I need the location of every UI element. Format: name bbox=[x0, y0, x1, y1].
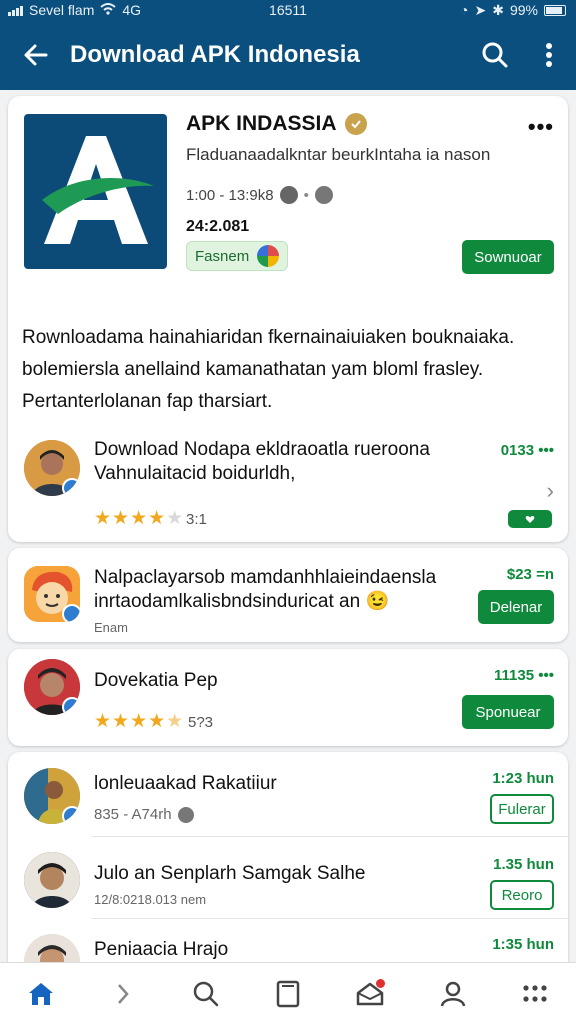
search-icon bbox=[482, 42, 508, 68]
alarm-icon: ◔ bbox=[460, 2, 469, 18]
app-name: APK INDASSIA bbox=[186, 112, 367, 136]
notification-dot bbox=[376, 978, 386, 988]
carrier-label: Sevel flam bbox=[29, 2, 95, 18]
overflow-menu-button[interactable] bbox=[522, 28, 576, 82]
google-play-icon bbox=[257, 245, 280, 267]
nav-profile[interactable] bbox=[428, 969, 478, 1019]
avatar[interactable] bbox=[24, 566, 80, 622]
location-icon: ➤ bbox=[474, 1, 487, 18]
more-vertical-icon bbox=[546, 43, 552, 67]
nav-library[interactable] bbox=[263, 969, 313, 1019]
item-title: Julo an Senplarh Samgak Salhe bbox=[94, 863, 366, 884]
app-paragraph: Rownloadama hainahiaridan fkernainaiuiak… bbox=[22, 327, 515, 412]
rating-value: 5?3 bbox=[188, 714, 214, 731]
item-action-button[interactable]: Fulerar bbox=[490, 794, 554, 824]
person-icon bbox=[440, 981, 465, 1006]
category-chip[interactable]: Fasnem bbox=[186, 241, 289, 271]
item-time: 1.35 hun bbox=[493, 856, 554, 873]
back-button[interactable] bbox=[0, 42, 70, 68]
item-title: Nalpaclayarsob mamdanhhlaieindaensla inr… bbox=[94, 566, 474, 614]
divider bbox=[92, 918, 568, 919]
rating-stars: ★★★★★ bbox=[94, 508, 185, 529]
item-subtitle: 12/8:0218.013 nem bbox=[94, 892, 207, 907]
verified-badge-icon bbox=[62, 697, 80, 715]
item-subtitle: Enam bbox=[94, 620, 128, 635]
item-time: 0133 ••• bbox=[500, 442, 554, 459]
signal-icon bbox=[8, 5, 23, 16]
item-subtitle-text: 835 - A74rh bbox=[94, 806, 172, 823]
chevron-right-icon bbox=[118, 983, 130, 1004]
battery-icon bbox=[544, 4, 566, 16]
search-button[interactable] bbox=[468, 28, 522, 82]
verified-badge-icon bbox=[62, 478, 80, 496]
item-title: Peniaacia Hrajo bbox=[94, 939, 229, 960]
item-time: 1:35 hun bbox=[492, 936, 554, 953]
verified-badge-icon bbox=[62, 806, 80, 824]
info-icon bbox=[314, 186, 333, 204]
verified-badge-icon bbox=[344, 113, 367, 135]
nav-forward[interactable] bbox=[98, 969, 148, 1019]
nav-notifications[interactable] bbox=[345, 969, 395, 1019]
globe-icon bbox=[279, 186, 298, 204]
page-title: Download APK Indonesia bbox=[70, 41, 360, 68]
wifi-icon bbox=[100, 2, 117, 18]
app-name-text: APK INDASSIA bbox=[186, 112, 337, 135]
separator-dot: • bbox=[303, 186, 309, 204]
document-icon bbox=[276, 980, 300, 1007]
search-icon bbox=[193, 981, 218, 1006]
battery-label: 99% bbox=[509, 2, 538, 18]
featured-app-card[interactable]: APK INDASSIA ••• Fladuanaadalkntar beurk… bbox=[8, 96, 568, 542]
list-item-card[interactable]: Dovekatia Pep 11135 ••• ★★★★★ 5?3 Sponue… bbox=[8, 649, 568, 746]
item-action-button[interactable]: Delenar bbox=[478, 590, 554, 624]
item-action-button[interactable]: Reoro bbox=[490, 880, 554, 910]
divider bbox=[92, 836, 568, 837]
rating-stars: ★★★★★ bbox=[94, 711, 185, 732]
item-title: Download Nodapa ekldraoatla rueroona Vah… bbox=[94, 439, 430, 484]
globe-icon bbox=[177, 806, 194, 823]
grid-dots-icon bbox=[523, 984, 547, 1002]
item-time: $23 =n bbox=[506, 566, 554, 583]
network-label: 4G bbox=[122, 2, 142, 18]
bluetooth-icon: ✱ bbox=[492, 1, 504, 18]
rating-value: 3:1 bbox=[186, 511, 207, 528]
avatar[interactable] bbox=[24, 852, 80, 908]
clock-label: 16511 bbox=[269, 2, 307, 18]
app-description: Fladuanaadalkntar beurkIntaha ia nason bbox=[186, 145, 491, 164]
arrow-left-icon bbox=[24, 44, 48, 66]
verified-badge-icon bbox=[62, 604, 80, 622]
item-time: 1:23 hun bbox=[492, 770, 554, 787]
chevron-right-icon[interactable]: › bbox=[547, 478, 554, 504]
app-meta-text: 1:00 - 13:9k8 bbox=[186, 186, 274, 204]
app-logo-icon bbox=[24, 114, 167, 269]
nav-home[interactable] bbox=[16, 969, 66, 1019]
item-subtitle: 835 - A74rh bbox=[94, 806, 194, 823]
bookmark-button[interactable] bbox=[508, 510, 552, 528]
item-title: lonleuaakad Rakatiiur bbox=[94, 773, 277, 794]
item-action-button[interactable]: Sponuear bbox=[462, 695, 554, 729]
app-bar: Download APK Indonesia bbox=[0, 20, 576, 90]
category-chip-label: Fasnem bbox=[195, 247, 250, 265]
bottom-navigation bbox=[0, 962, 576, 1024]
avatar[interactable] bbox=[24, 768, 80, 824]
more-options-icon[interactable]: ••• bbox=[528, 114, 554, 140]
item-time: 11135 ••• bbox=[494, 667, 554, 684]
avatar[interactable] bbox=[24, 659, 80, 715]
item-title: Dovekatia Pep bbox=[94, 670, 218, 691]
avatar[interactable] bbox=[24, 440, 80, 496]
home-icon bbox=[29, 982, 54, 1005]
download-count: 24:2.081 bbox=[186, 218, 250, 235]
list-item-card[interactable]: Nalpaclayarsob mamdanhhlaieindaensla inr… bbox=[8, 548, 568, 642]
list-card: lonleuaakad Rakatiiur 835 - A74rh 1:23 h… bbox=[8, 752, 568, 990]
nav-more[interactable] bbox=[510, 969, 560, 1019]
nav-search[interactable] bbox=[181, 969, 231, 1019]
app-meta: 1:00 - 13:9k8 • bbox=[186, 186, 333, 204]
status-bar: Sevel flam 4G 16511 ◔ ➤ ✱ 99% bbox=[0, 0, 576, 20]
emoji-icon: 😉 bbox=[365, 591, 390, 612]
heart-icon bbox=[525, 515, 535, 523]
download-button[interactable]: Sownuoar bbox=[462, 240, 554, 274]
